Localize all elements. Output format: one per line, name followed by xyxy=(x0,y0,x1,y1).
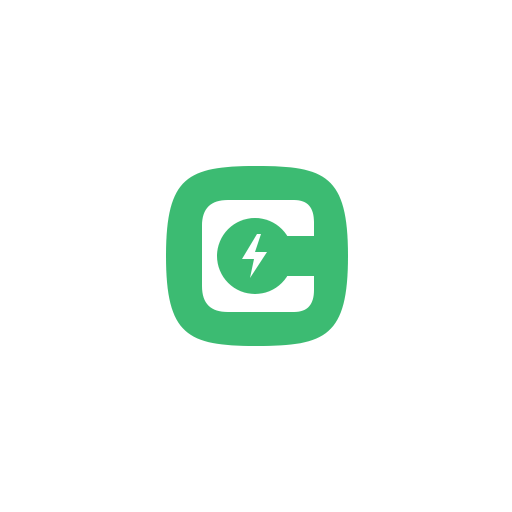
canvas xyxy=(0,0,512,512)
app-icon-graphic xyxy=(166,166,348,346)
app-icon[interactable] xyxy=(166,166,348,346)
plug-connector xyxy=(276,238,314,274)
